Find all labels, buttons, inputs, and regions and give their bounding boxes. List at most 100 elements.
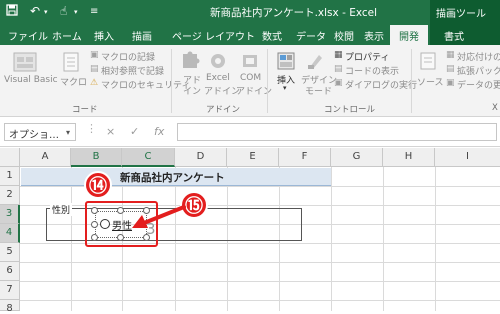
insert-control-dropdown-icon[interactable]: ▾ xyxy=(283,84,287,92)
tab-formulas[interactable]: 数式 xyxy=(262,28,282,43)
visual-basic-button[interactable]: Visual Basic xyxy=(4,75,58,85)
map-properties-icon[interactable]: ▦ xyxy=(446,50,455,60)
column-header[interactable]: I xyxy=(435,148,500,167)
record-macro-button[interactable]: マクロの記録 xyxy=(101,50,155,63)
insert-control-icon[interactable] xyxy=(276,51,296,71)
sheet-title[interactable]: 新商品社内アンケート xyxy=(120,170,225,185)
macro-button[interactable]: マクロ xyxy=(60,75,87,88)
controls-group-label: コントロール xyxy=(324,105,376,115)
save-icon[interactable] xyxy=(6,4,18,19)
tab-review[interactable]: 校閲 xyxy=(334,28,354,43)
callout-14-badge: ⑭ xyxy=(84,171,112,199)
row-header[interactable]: 2 xyxy=(0,186,20,205)
record-macro-icon[interactable]: ▣ xyxy=(90,50,99,60)
refresh-data-button[interactable]: データの更 xyxy=(457,78,500,91)
confirm-entry-icon[interactable]: ✓ xyxy=(130,125,139,138)
row-header[interactable]: 8 xyxy=(0,300,20,314)
map-properties-button[interactable]: 対応付けの xyxy=(457,50,500,63)
tab-draw[interactable]: 描画 xyxy=(132,28,152,43)
column-header[interactable]: E xyxy=(227,148,279,167)
ribbon-separator xyxy=(267,49,268,113)
tab-file[interactable]: ファイル xyxy=(8,28,48,43)
insert-function-icon[interactable]: fx xyxy=(154,125,164,138)
undo-dropdown-icon[interactable]: ▾ xyxy=(44,8,48,16)
run-dialog-icon[interactable]: ▣ xyxy=(334,78,343,88)
tab-view[interactable]: 表示 xyxy=(364,28,384,43)
xml-source-icon[interactable] xyxy=(418,51,438,71)
xml-source-button[interactable]: ソース xyxy=(417,75,444,88)
gridline xyxy=(20,281,500,282)
column-header[interactable]: H xyxy=(383,148,435,167)
tab-home[interactable]: ホーム xyxy=(52,28,82,43)
xml-group-label: X xyxy=(492,103,498,113)
gridline xyxy=(331,167,332,311)
macro-icon[interactable] xyxy=(62,51,80,73)
worksheet-grid: A B C D E F G H I 1 2 3 4 5 6 7 8 新商品社内ア… xyxy=(0,148,500,314)
column-header[interactable]: D xyxy=(175,148,227,167)
addins-group-label: アドイン xyxy=(206,105,241,115)
callout-arrow-icon xyxy=(132,205,186,228)
column-header[interactable]: B xyxy=(71,148,122,167)
name-box-dropdown-icon[interactable]: ▾ xyxy=(66,128,70,137)
title-bar: ↶ ▾ ☝ ▾ ≡ 新商品社内アンケート.xlsx - Excel 描画ツール xyxy=(0,0,500,25)
column-header[interactable]: A xyxy=(20,148,71,167)
ribbon-separator xyxy=(171,49,172,113)
column-header[interactable]: C xyxy=(122,148,175,167)
row-header[interactable]: 5 xyxy=(0,243,20,262)
gridline xyxy=(383,167,384,311)
touch-mode-icon[interactable]: ☝ xyxy=(60,4,67,18)
design-mode-icon[interactable] xyxy=(306,51,326,71)
touch-dropdown-icon[interactable]: ▾ xyxy=(74,8,78,16)
row-header[interactable]: 3 xyxy=(0,205,20,224)
code-group-label: コード xyxy=(72,105,98,115)
design-mode-label-2[interactable]: モード xyxy=(305,84,332,97)
formula-bar: オプショ… ▾ ⋮ × ✓ fx xyxy=(0,117,500,147)
com-addins-icon[interactable] xyxy=(240,51,260,71)
tab-data[interactable]: データ xyxy=(296,28,326,43)
gridline xyxy=(20,262,500,263)
tab-format[interactable]: 書式 xyxy=(430,25,500,45)
tab-insert[interactable]: 挿入 xyxy=(94,28,114,43)
relative-ref-icon[interactable]: ▤ xyxy=(90,64,99,74)
column-header[interactable]: F xyxy=(279,148,331,167)
cancel-entry-icon[interactable]: × xyxy=(106,125,115,138)
expansion-pack-button[interactable]: 拡張パック xyxy=(457,64,500,77)
addins-icon[interactable] xyxy=(180,51,200,71)
ribbon: Visual Basic マクロ ▣ マクロの記録 ▤ 相対参照で記録 ⚠ マク… xyxy=(0,45,500,117)
view-code-icon[interactable]: ▤ xyxy=(334,64,343,74)
expansion-pack-icon[interactable]: ▤ xyxy=(446,64,455,74)
gridline xyxy=(20,300,500,301)
excel-addins-icon[interactable] xyxy=(208,51,228,71)
formula-bar-menu-icon[interactable]: ⋮ xyxy=(86,122,97,135)
undo-icon[interactable]: ↶ xyxy=(30,4,40,18)
macro-security-icon[interactable]: ⚠ xyxy=(90,78,98,88)
select-all-corner[interactable] xyxy=(0,148,20,167)
tab-page-layout[interactable]: ページ レイアウト xyxy=(172,28,255,43)
properties-icon[interactable]: ▦ xyxy=(334,50,343,60)
row-header[interactable]: 7 xyxy=(0,281,20,300)
visual-basic-icon[interactable] xyxy=(12,51,38,73)
group-box-label[interactable]: 性別 xyxy=(50,203,73,216)
gridline xyxy=(435,167,436,311)
ribbon-tab-row: ファイル ホーム 挿入 描画 ページ レイアウト 数式 データ 校閲 表示 開発… xyxy=(0,25,500,45)
addins-label-2[interactable]: イン xyxy=(183,84,201,97)
context-tab-header: 描画ツール xyxy=(430,0,500,25)
tab-developer[interactable]: 開発 xyxy=(390,25,428,45)
refresh-data-icon[interactable]: ▣ xyxy=(446,78,455,88)
column-header[interactable]: G xyxy=(331,148,383,167)
view-code-button[interactable]: コードの表示 xyxy=(345,64,399,77)
customize-qat-icon[interactable]: ≡ xyxy=(90,6,98,17)
window-title: 新商品社内アンケート.xlsx - Excel xyxy=(210,7,378,19)
com-addins-label-1[interactable]: COM xyxy=(240,73,261,83)
row-header[interactable]: 1 xyxy=(0,167,20,186)
relative-ref-button[interactable]: 相対参照で記録 xyxy=(101,64,164,77)
excel-addins-label-1[interactable]: Excel xyxy=(206,73,230,83)
excel-addins-label-2[interactable]: アドイン xyxy=(204,84,240,97)
macro-security-button[interactable]: マクロのセキュリティ xyxy=(101,78,190,91)
run-dialog-button[interactable]: ダイアログの実行 xyxy=(345,78,417,91)
formula-input[interactable] xyxy=(177,123,497,141)
row-header[interactable]: 4 xyxy=(0,224,20,243)
row-header[interactable]: 6 xyxy=(0,262,20,281)
properties-button[interactable]: プロパティ xyxy=(345,50,389,63)
ribbon-separator xyxy=(411,49,412,113)
